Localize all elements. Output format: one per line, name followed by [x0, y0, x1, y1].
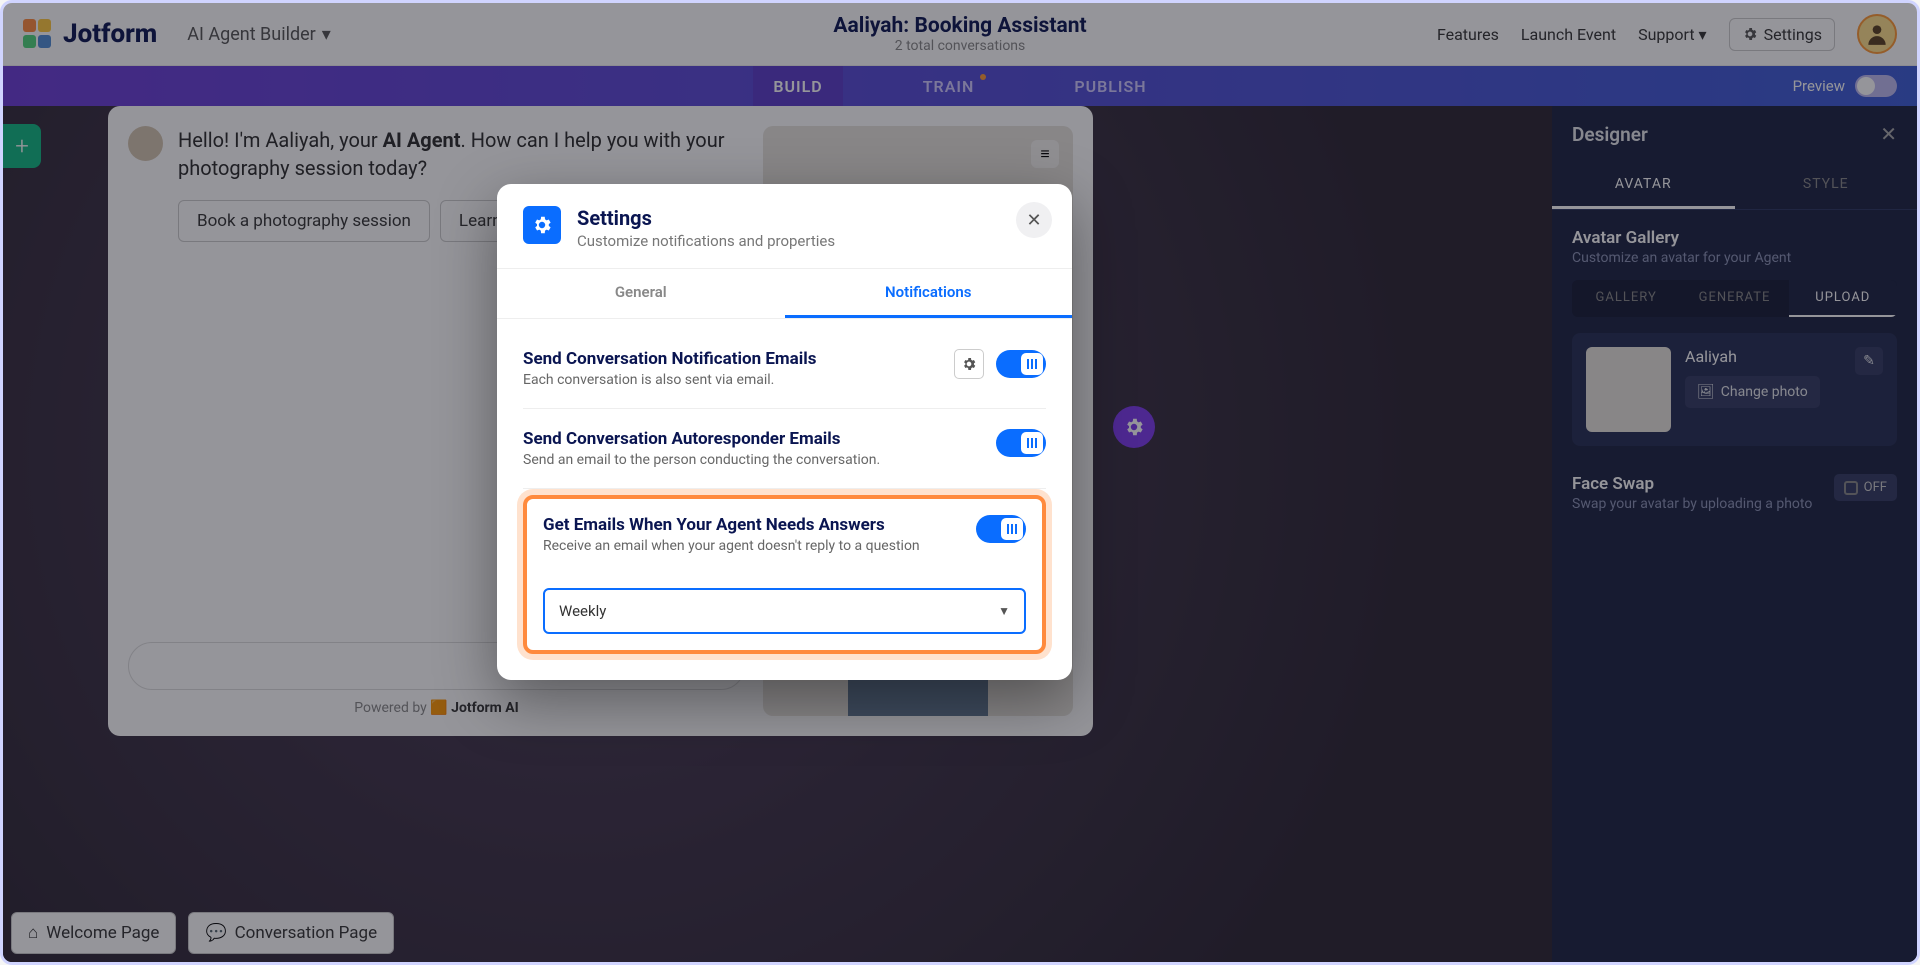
- setting-needs-answers: Get Emails When Your Agent Needs Answers…: [543, 515, 1026, 574]
- modal-tab-general[interactable]: General: [497, 269, 785, 318]
- setting-conversation-notification: Send Conversation Notification Emails Ea…: [523, 329, 1046, 409]
- setting-autoresponder: Send Conversation Autoresponder Emails S…: [523, 409, 1046, 489]
- close-icon: ✕: [1026, 210, 1041, 231]
- conversation-notification-toggle[interactable]: [996, 350, 1046, 378]
- modal-subtitle: Customize notifications and properties: [577, 232, 835, 250]
- modal-close-button[interactable]: ✕: [1016, 202, 1052, 238]
- needs-answers-toggle[interactable]: [976, 515, 1026, 543]
- settings-modal-icon: [523, 206, 561, 244]
- autoresponder-toggle[interactable]: [996, 429, 1046, 457]
- highlighted-section: Get Emails When Your Agent Needs Answers…: [523, 495, 1046, 654]
- modal-title: Settings: [577, 206, 835, 230]
- frequency-select[interactable]: Weekly ▼: [543, 588, 1026, 634]
- modal-tab-notifications[interactable]: Notifications: [785, 269, 1073, 318]
- settings-modal: Settings Customize notifications and pro…: [497, 184, 1072, 680]
- notification-settings-button[interactable]: [954, 349, 984, 379]
- chevron-down-icon: ▼: [998, 604, 1010, 618]
- gear-icon: [961, 356, 977, 372]
